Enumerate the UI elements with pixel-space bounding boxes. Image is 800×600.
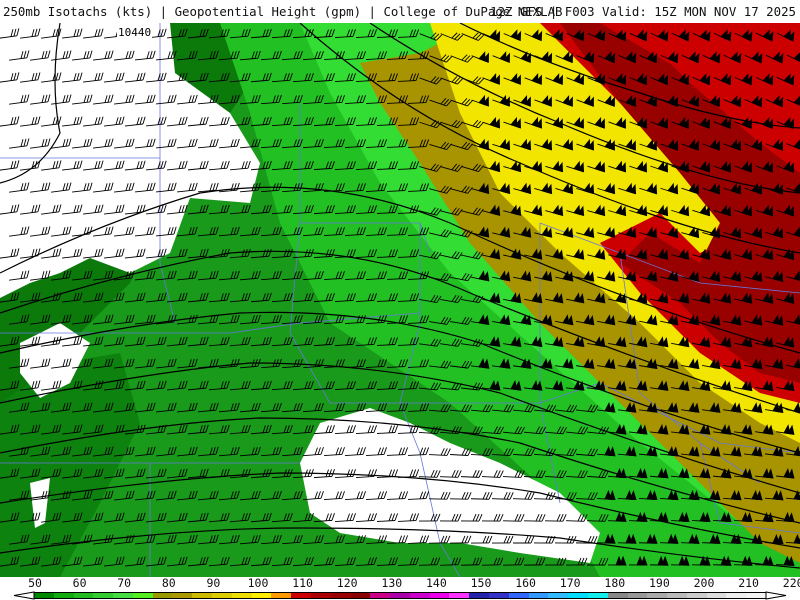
height-contour-label: 10440 [117,26,153,39]
colorbar-end-arrows [13,591,787,600]
colorbar-right-arrow [765,591,787,600]
map-product-viewer: 250mb Isotachs (kts) | Geopotential Heig… [0,0,800,600]
title-bar: 250mb Isotachs (kts) | Geopotential Heig… [0,0,800,23]
model-run-valid-time: 12Z GFS | F003 Valid: 15Z MON NOV 17 202… [490,4,796,19]
product-title: 250mb Isotachs (kts) | Geopotential Heig… [3,4,563,19]
weather-map: 10440 [0,23,800,577]
colorbar-left-arrow [13,591,35,600]
isotach-colorbar: 50 60 70 80 90 100 110 120 130 140 150 160 170 180 190… [0,577,800,600]
map-canvas [0,23,800,577]
